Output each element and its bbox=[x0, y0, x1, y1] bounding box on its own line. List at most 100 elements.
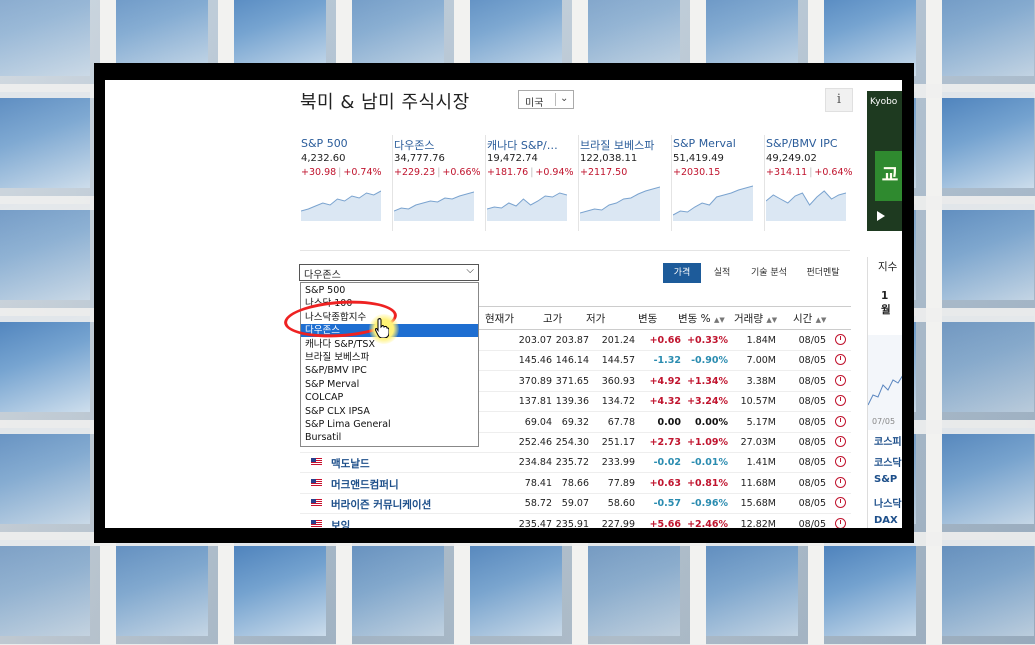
clock-icon bbox=[835, 334, 846, 345]
cell-low: 144.57 bbox=[601, 355, 635, 367]
tab-price[interactable]: 가격 bbox=[663, 263, 701, 283]
dropdown-option[interactable]: S&P CLX IPSA bbox=[301, 405, 478, 418]
index-sparkline bbox=[673, 185, 753, 221]
cell-pct: +2.46% bbox=[687, 518, 728, 528]
cell-vol: 11.68M bbox=[740, 477, 776, 489]
stock-name[interactable]: 버라이즌 커뮤니케이션 bbox=[331, 497, 431, 512]
column-header-label: 변동 bbox=[638, 313, 658, 325]
cell-last: 252.46 bbox=[518, 437, 552, 448]
us-flag-icon bbox=[311, 499, 322, 507]
cell-chg: +5.66 bbox=[649, 518, 681, 528]
column-header[interactable]: 시간 ▲▼ bbox=[793, 311, 826, 326]
sort-icon: ▲▼ bbox=[766, 316, 778, 324]
window-pane bbox=[462, 540, 562, 636]
index-name[interactable]: S&P 500 bbox=[301, 137, 391, 150]
right-panel-index-item[interactable]: 코스닥 bbox=[874, 454, 902, 469]
cell-chg: +2.73 bbox=[649, 437, 681, 448]
index-name[interactable]: 브라질 보베스파 bbox=[580, 137, 670, 153]
column-header[interactable]: 현재가 bbox=[485, 311, 514, 326]
table-row[interactable]: 맥도날드 234.84 235.72 233.99 -0.02 -0.01% 1.41M 08… bbox=[300, 452, 851, 474]
cell-high: 235.91 bbox=[555, 518, 589, 528]
column-header[interactable]: 거래량 ▲▼ bbox=[734, 311, 777, 326]
index-name[interactable]: 캐나다 S&P/… bbox=[487, 137, 577, 153]
index-select-value: 다우존스 bbox=[304, 270, 341, 281]
window-pane bbox=[0, 540, 90, 636]
cell-chg: +4.32 bbox=[649, 396, 681, 408]
column-header[interactable]: 변동 bbox=[638, 311, 657, 326]
column-header[interactable]: 고가 bbox=[543, 311, 562, 326]
index-card[interactable]: S&P/BMV IPC 49,249.02 +314.11 | +0.64% bbox=[765, 135, 857, 231]
right-panel-index-item[interactable]: 나스닥 bbox=[874, 495, 902, 510]
index-change: +30.98 | +0.74% bbox=[301, 167, 382, 178]
index-name[interactable]: S&P Merval bbox=[673, 137, 763, 150]
tab-earnings[interactable]: 실적 bbox=[703, 263, 741, 283]
index-card[interactable]: 브라질 보베스파 122,038.11 +2117.50 bbox=[579, 135, 672, 231]
window-pane bbox=[580, 540, 680, 636]
index-card[interactable]: S&P 500 4,232.60 +30.98 | +0.74% bbox=[300, 135, 393, 231]
cell-high: 146.14 bbox=[555, 355, 589, 367]
stock-name[interactable]: 맥도날드 bbox=[331, 456, 370, 471]
cell-low: 201.24 bbox=[601, 335, 635, 346]
window-pane bbox=[0, 316, 90, 412]
cell-last: 145.46 bbox=[518, 355, 552, 367]
index-card[interactable]: S&P Merval 51,419.49 +2030.15 bbox=[672, 135, 765, 231]
column-header[interactable]: 변동 % ▲▼ bbox=[678, 311, 725, 326]
cell-time: 08/05 bbox=[798, 457, 826, 469]
clock-icon bbox=[835, 456, 846, 468]
dropdown-option[interactable]: S&P Merval bbox=[301, 378, 478, 391]
window-pane bbox=[0, 92, 90, 188]
right-panel-index-item[interactable]: DAX bbox=[874, 515, 898, 526]
cell-high: 235.72 bbox=[555, 457, 589, 469]
window-pane bbox=[0, 428, 90, 524]
cell-vol: 1.41M bbox=[746, 457, 776, 469]
sparkline-area bbox=[766, 191, 846, 221]
right-panel-index-item[interactable]: S&P bbox=[874, 474, 897, 485]
period-selector[interactable]: 1 월 bbox=[881, 289, 893, 317]
cell-high: 254.30 bbox=[555, 437, 589, 448]
sparkline-area bbox=[673, 186, 753, 221]
dropdown-option[interactable]: S&P Lima General bbox=[301, 418, 478, 431]
dropdown-option[interactable]: 브라질 보베스파 bbox=[301, 351, 478, 364]
index-name[interactable]: 다우존스 bbox=[394, 137, 484, 153]
region-select[interactable]: 미국 ⌄ bbox=[518, 90, 574, 109]
tab-technical[interactable]: 기술 분석 bbox=[743, 263, 795, 283]
cell-vol: 5.17M bbox=[746, 416, 776, 428]
dropdown-option[interactable]: S&P 500 bbox=[301, 284, 478, 297]
index-name[interactable]: S&P/BMV IPC bbox=[766, 137, 856, 150]
dropdown-option[interactable]: Bursatil bbox=[301, 431, 478, 444]
index-card[interactable]: 다우존스 34,777.76 +229.23 | +0.66% bbox=[393, 135, 486, 231]
index-select[interactable]: 다우존스 ⌵ bbox=[299, 264, 479, 281]
table-row[interactable]: 머크앤드컴퍼니 78.41 78.66 77.89 +0.63 +0.81% 11.68M 0… bbox=[300, 473, 851, 494]
ad-graphic: 교 bbox=[875, 151, 902, 201]
cell-pct: 0.00% bbox=[695, 416, 728, 428]
table-row[interactable]: 버라이즌 커뮤니케이션 58.72 59.07 58.60 -0.57 -0.96% 15.… bbox=[300, 493, 851, 515]
column-header[interactable]: 저가 bbox=[586, 311, 605, 326]
dropdown-option[interactable]: COLCAP bbox=[301, 391, 478, 404]
cell-last: 370.89 bbox=[518, 375, 552, 387]
cell-time: 08/05 bbox=[798, 437, 826, 448]
cell-time: 08/05 bbox=[798, 335, 826, 346]
clock-icon bbox=[835, 436, 846, 447]
cell-last: 69.04 bbox=[524, 416, 552, 428]
right-panel-index-item[interactable]: 코스피 bbox=[874, 433, 902, 448]
dropdown-option[interactable]: S&P/BMV IPC bbox=[301, 364, 478, 377]
cell-last: 137.81 bbox=[518, 396, 552, 408]
play-icon[interactable] bbox=[877, 211, 885, 221]
info-button[interactable]: i bbox=[825, 88, 853, 112]
stock-name[interactable]: 머크앤드컴퍼니 bbox=[331, 477, 399, 492]
table-row[interactable]: 보잉 235.47 235.91 227.99 +5.66 +2.46% 12.82M 08/… bbox=[300, 514, 851, 528]
cell-chg: -0.02 bbox=[653, 457, 681, 469]
page-title: 북미 & 남미 주식시장 bbox=[300, 92, 470, 113]
cell-low: 251.17 bbox=[601, 437, 635, 448]
cell-low: 77.89 bbox=[607, 477, 635, 489]
index-change-value: +2030.15 bbox=[673, 167, 721, 178]
column-header-label: 시간 bbox=[793, 313, 813, 325]
window-pane bbox=[934, 316, 1034, 412]
index-card[interactable]: 캐나다 S&P/… 19,472.74 +181.76 | +0.94% bbox=[486, 135, 579, 231]
index-change-value: +181.76 bbox=[487, 167, 529, 178]
tab-fundamental[interactable]: 펀더멘탈 bbox=[798, 263, 848, 283]
window-pane bbox=[934, 0, 1034, 76]
column-header-label: 현재가 bbox=[485, 313, 514, 325]
side-advertisement[interactable]: Kyobo 교 bbox=[867, 91, 902, 231]
stock-name[interactable]: 보잉 bbox=[331, 518, 350, 528]
